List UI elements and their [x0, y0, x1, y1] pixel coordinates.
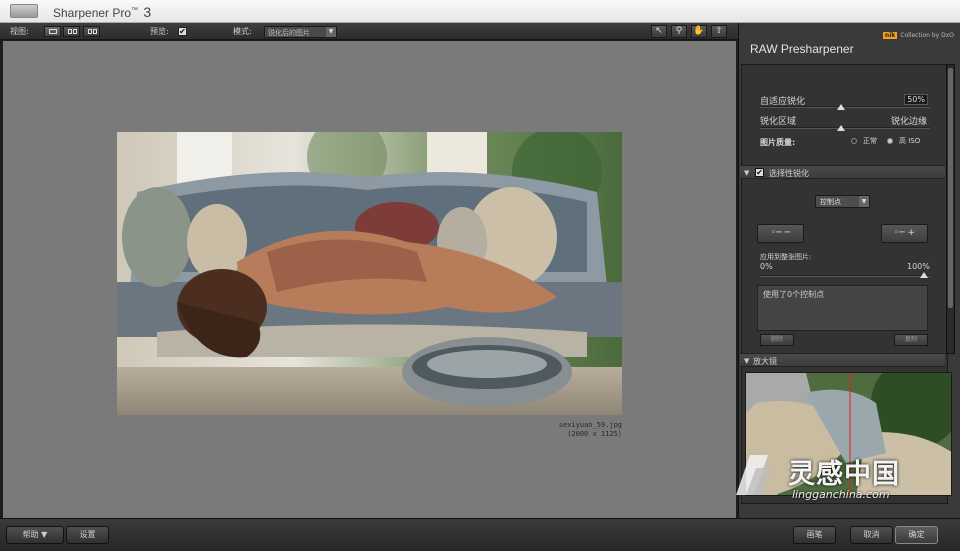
single-view-icon	[49, 29, 57, 34]
sharpen-region-label: 锐化区域	[760, 117, 797, 127]
selective-sharpen-label: 选择性锐化	[769, 169, 809, 178]
help-button[interactable]: 帮助 ▼	[6, 526, 64, 544]
image-caption: sexiyuan_59.jpg (2000 x 1125)	[490, 421, 622, 439]
chevron-down-icon: ▼	[326, 27, 336, 37]
apply-max-label: 100%	[907, 262, 930, 271]
loupe-label: 放大镜	[753, 357, 777, 366]
arrow-icon: ↖	[655, 26, 663, 36]
watermark-logo-icon	[736, 455, 772, 495]
selective-sharpen-section[interactable]: ▼ ✔ 选择性锐化	[740, 165, 945, 179]
preview-image[interactable]	[117, 132, 622, 415]
app-title: Sharpener Pro™ 3	[53, 4, 152, 20]
panel-title: RAW Presharpener	[750, 42, 854, 56]
control-point-minus-icon: ◦─ ─	[770, 228, 790, 238]
upload-icon: ⇧	[715, 26, 723, 36]
preview-label: 预览:	[150, 27, 169, 36]
split-view-button[interactable]	[63, 26, 80, 37]
add-control-point-button[interactable]: ◦─ +	[881, 224, 928, 243]
loupe-section[interactable]: ▼ 放大镜	[740, 353, 945, 367]
control-point-plus-icon: ◦─ +	[893, 228, 916, 238]
quality-high-iso-label: 高 ISO	[899, 137, 921, 145]
split-view-icon	[68, 29, 72, 34]
collapse-triangle-icon: ▼	[744, 357, 750, 365]
quality-normal-label: 正常	[863, 137, 877, 145]
side-by-side-icon-right	[93, 29, 97, 34]
ok-button[interactable]: 确定	[895, 526, 938, 544]
nik-logo: nik	[882, 32, 898, 39]
side-by-side-view-button[interactable]	[83, 26, 100, 37]
preview-checkbox[interactable]: ✔	[178, 27, 187, 36]
split-view-icon-right	[73, 29, 77, 34]
adaptive-sharpen-slider[interactable]	[760, 106, 930, 108]
watermark-url: lingganchina.com	[792, 488, 890, 501]
single-view-button[interactable]	[44, 26, 61, 37]
watermark-cn: 灵感中国	[788, 459, 900, 490]
quality-high-iso-radio[interactable]	[887, 138, 893, 144]
image-quality-label: 图片质量:	[760, 138, 796, 147]
adaptive-sharpen-value[interactable]: 50%	[904, 94, 928, 105]
brush-button[interactable]: 画笔	[793, 526, 836, 544]
control-point-select-value: 控制点	[820, 198, 841, 206]
collapse-triangle-icon: ▼	[744, 169, 750, 177]
sharpen-region-slider[interactable]	[760, 127, 930, 129]
photo-illustration	[117, 132, 622, 415]
panel-scrollbar[interactable]	[946, 64, 955, 354]
zoom-tool-button[interactable]: ⚲	[671, 25, 687, 38]
quality-normal-radio[interactable]	[851, 138, 857, 144]
view-label: 视图:	[10, 27, 29, 36]
upload-tool-button[interactable]: ⇧	[711, 25, 727, 38]
cancel-button[interactable]: 取消	[850, 526, 893, 544]
apply-whole-image-slider[interactable]	[760, 275, 930, 277]
duplicate-control-point-button[interactable]: 复制	[894, 334, 928, 346]
brand-text: Collection by DxO	[900, 32, 954, 39]
apply-whole-image-label: 应用到整张图片:	[760, 253, 812, 261]
chevron-down-icon: ▼	[859, 196, 869, 207]
control-point-list: 使用了0个控制点	[757, 285, 928, 331]
settings-button[interactable]: 设置	[66, 526, 109, 544]
mode-label: 模式:	[233, 27, 252, 36]
selective-sharpen-checkbox[interactable]: ✔	[755, 168, 764, 177]
image-filename: sexiyuan_59.jpg	[558, 421, 622, 429]
bottom-bar: 帮助 ▼ 设置 画笔 取消 确定	[0, 518, 960, 551]
side-by-side-icon	[88, 29, 92, 34]
image-dimensions: (2000 x 1125)	[567, 430, 622, 438]
title-bar: Sharpener Pro™ 3	[0, 0, 960, 23]
delete-control-point-button[interactable]: 删除	[760, 334, 794, 346]
control-point-select[interactable]: 控制点 ▼	[815, 195, 870, 208]
hand-icon: ✋	[693, 26, 705, 36]
watermark: 灵感中国 lingganchina.com	[728, 448, 938, 504]
sharpen-edge-label: 锐化边缘	[891, 117, 928, 127]
toolbar: 视图: 预览: ✔ 模式: 锐化后的图片 ▼ ↖ ⚲ ✋ ⇧	[0, 23, 738, 40]
zoom-icon: ⚲	[675, 26, 683, 36]
remove-control-point-button[interactable]: ◦─ ─	[757, 224, 804, 243]
adaptive-sharpen-thumb[interactable]	[837, 104, 845, 110]
control-point-count-text: 使用了0个控制点	[763, 290, 825, 299]
arrow-tool-button[interactable]: ↖	[651, 25, 667, 38]
hand-tool-button[interactable]: ✋	[691, 25, 707, 38]
apply-min-label: 0%	[760, 262, 773, 271]
app-icon	[10, 4, 38, 18]
mode-select[interactable]: 锐化后的图片 ▼	[264, 26, 337, 38]
scroll-thumb[interactable]	[948, 68, 953, 308]
apply-whole-image-thumb[interactable]	[920, 272, 928, 278]
mode-select-value: 锐化后的图片	[268, 29, 310, 37]
sharpen-region-thumb[interactable]	[837, 125, 845, 131]
brand: nik Collection by DxO	[882, 32, 954, 39]
